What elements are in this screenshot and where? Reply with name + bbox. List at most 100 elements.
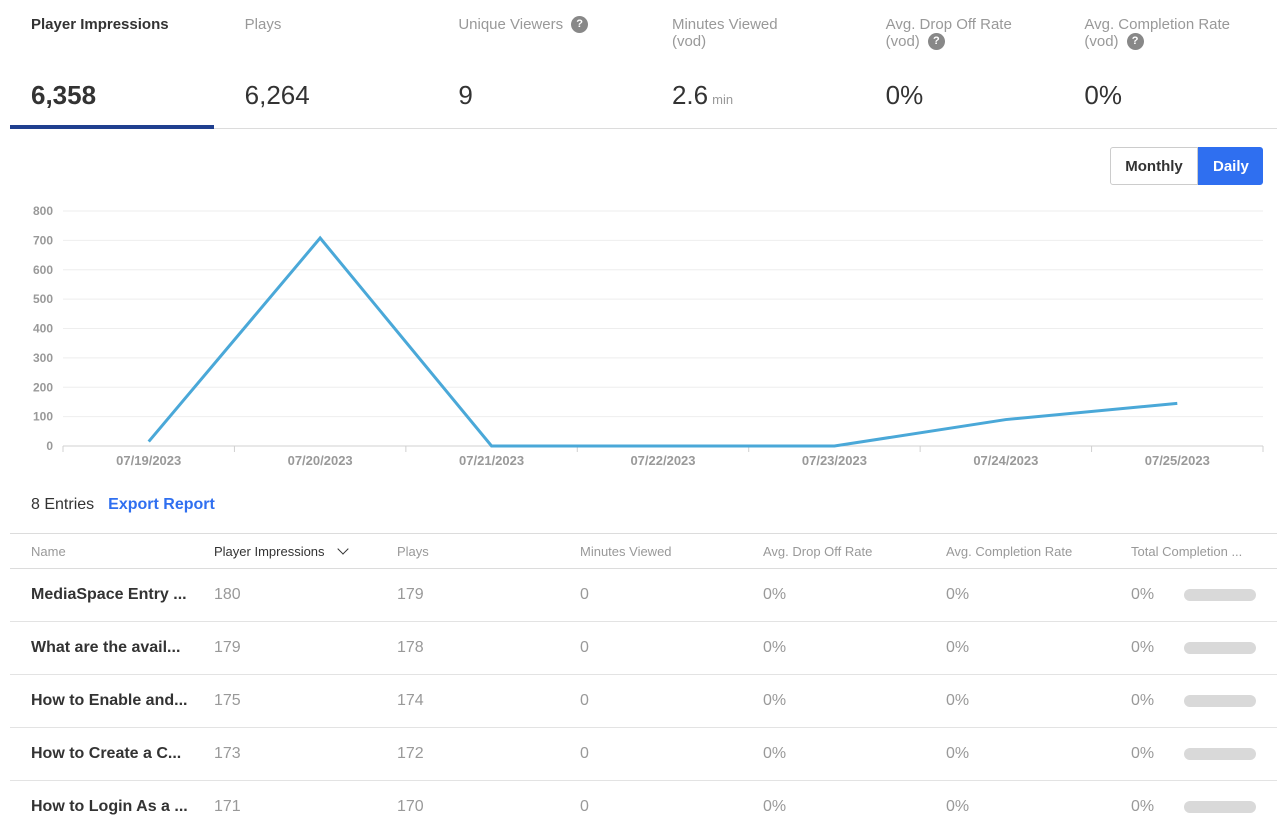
completion-bar (1184, 642, 1257, 654)
table-cell: 179 (397, 586, 424, 603)
y-tick-label: 600 (33, 263, 53, 277)
entry-name-link[interactable]: How to Login As a ... (10, 798, 193, 816)
monthly-button[interactable]: Monthly (1110, 147, 1198, 185)
table-header: Name Player Impressions Plays Minutes Vi… (10, 533, 1277, 569)
metric-label-sub: (vod) (671, 33, 707, 50)
metric-tab-unique-viewers[interactable]: Unique Viewers? 9 (437, 0, 651, 128)
column-header-minutes-viewed[interactable]: Minutes Viewed (559, 544, 742, 559)
chart-svg: 0 100 200 300 400 500 600 700 800 07/19/2023 07/20… (33, 204, 1264, 468)
table-cell: 0 (580, 586, 589, 603)
x-tick-label: 07/20/2023 (288, 453, 353, 468)
line-chart: 0 100 200 300 400 500 600 700 800 07/19/2023 07/20… (0, 195, 1277, 485)
completion-value: 0% (1131, 745, 1155, 762)
x-tick-label: 07/25/2023 (1145, 453, 1210, 468)
metric-label: Player Impressions (31, 16, 169, 33)
x-tick-label: 07/19/2023 (116, 453, 181, 468)
table-row: MediaSpace Entry ... 180 179 0 0% 0% 0% (10, 569, 1277, 622)
data-point[interactable] (657, 440, 669, 452)
entries-table: Name Player Impressions Plays Minutes Vi… (10, 533, 1277, 828)
help-icon[interactable]: ? (1126, 33, 1144, 50)
column-header-label: Player Impressions (214, 543, 325, 559)
completion-bar (1184, 748, 1257, 760)
table-cell: 0 (580, 745, 589, 762)
y-tick-label: 800 (33, 204, 53, 218)
table-cell: 0% (946, 586, 970, 603)
help-icon[interactable]: ? (927, 33, 945, 50)
x-tick-label: 07/23/2023 (802, 453, 867, 468)
data-point[interactable] (1171, 397, 1183, 409)
entry-name-link[interactable]: What are the avail... (10, 639, 193, 657)
data-point[interactable] (1000, 414, 1012, 426)
period-toggle: Monthly Daily (1110, 147, 1263, 185)
table-cell: 180 (214, 586, 241, 603)
table-cell: 0% (946, 639, 970, 656)
table-cell: 0% (1110, 586, 1277, 604)
completion-value: 0% (1131, 586, 1155, 603)
table-cell: 173 (214, 745, 241, 762)
metric-value: 6,264 (244, 80, 310, 110)
table-cell: 0% (763, 745, 787, 762)
export-report-link[interactable]: Export Report (108, 496, 215, 514)
metric-tab-avg-drop-off-rate[interactable]: Avg. Drop Off Rate (vod)? 0% (865, 0, 1064, 128)
entry-name-link[interactable]: MediaSpace Entry ... (10, 586, 193, 604)
table-cell: 174 (397, 692, 424, 709)
metric-value: 0% (885, 80, 924, 110)
y-tick-label: 100 (33, 410, 53, 424)
column-header-drop-off-rate[interactable]: Avg. Drop Off Rate (742, 544, 925, 559)
metric-label: Avg. Completion Rate (1084, 16, 1231, 33)
data-point[interactable] (486, 440, 498, 452)
table-cell: 0% (763, 586, 787, 603)
table-cell: 0% (1110, 692, 1277, 710)
completion-bar (1184, 801, 1257, 813)
metric-tabs: Player Impressions 6,358 Plays 6,264 Uni… (10, 0, 1277, 129)
completion-bar (1184, 589, 1257, 601)
table-cell: 0 (580, 692, 589, 709)
metric-value: 0% (1084, 80, 1122, 110)
table-cell: 0% (763, 798, 787, 815)
data-point[interactable] (143, 436, 155, 448)
metric-tab-plays[interactable]: Plays 6,264 (224, 0, 438, 128)
metric-label: Avg. Drop Off Rate (885, 16, 1012, 33)
entry-name-link[interactable]: How to Create a C... (10, 745, 193, 763)
metric-label: Unique Viewers (458, 16, 564, 33)
metric-tab-minutes-viewed[interactable]: Minutes Viewed (vod) 2.6 min (651, 0, 865, 128)
metric-label: Minutes Viewed (671, 16, 778, 33)
y-tick-label: 300 (33, 351, 53, 365)
metric-value: 9 (458, 80, 473, 110)
metric-label: Plays (244, 16, 282, 33)
chevron-down-icon (336, 543, 349, 555)
table-cell: 179 (214, 639, 241, 656)
column-header-completion-rate[interactable]: Avg. Completion Rate (925, 544, 1110, 559)
table-cell: 0 (580, 798, 589, 815)
column-header-name[interactable]: Name (10, 544, 193, 559)
series-line (147, 235, 1178, 448)
data-point[interactable] (828, 440, 840, 452)
table-cell: 0% (946, 692, 970, 709)
table-row: How to Enable and... 175 174 0 0% 0% 0% (10, 675, 1277, 728)
table-row: How to Login As a ... 171 170 0 0% 0% 0% (10, 781, 1277, 828)
y-tick-label: 700 (33, 233, 53, 247)
metric-label-sub: (vod) (1084, 33, 1119, 50)
column-header-plays[interactable]: Plays (376, 544, 559, 559)
metric-tab-player-impressions[interactable]: Player Impressions 6,358 (10, 0, 224, 129)
completion-bar (1184, 695, 1257, 707)
metric-value: 2.6 (671, 80, 709, 110)
x-tick-label: 07/22/2023 (630, 453, 695, 468)
completion-value: 0% (1131, 692, 1155, 709)
metric-unit: min (712, 92, 734, 107)
help-icon[interactable]: ? (571, 16, 589, 33)
daily-button[interactable]: Daily (1198, 147, 1263, 185)
metric-tab-avg-completion-rate[interactable]: Avg. Completion Rate (vod)? 0% (1063, 0, 1277, 128)
table-cell: 170 (397, 798, 424, 815)
table-cell: 171 (214, 798, 241, 815)
table-cell: 172 (397, 745, 424, 762)
table-cell: 0% (1110, 639, 1277, 657)
column-header-player-impressions[interactable]: Player Impressions (193, 543, 376, 559)
y-tick-label: 0 (46, 439, 53, 453)
data-point[interactable] (314, 232, 326, 244)
completion-value: 0% (1131, 798, 1155, 815)
column-header-total-completion[interactable]: Total Completion ... (1110, 544, 1277, 559)
table-cell: 178 (397, 639, 424, 656)
table-cell: 0% (946, 798, 970, 815)
entry-name-link[interactable]: How to Enable and... (10, 692, 193, 710)
